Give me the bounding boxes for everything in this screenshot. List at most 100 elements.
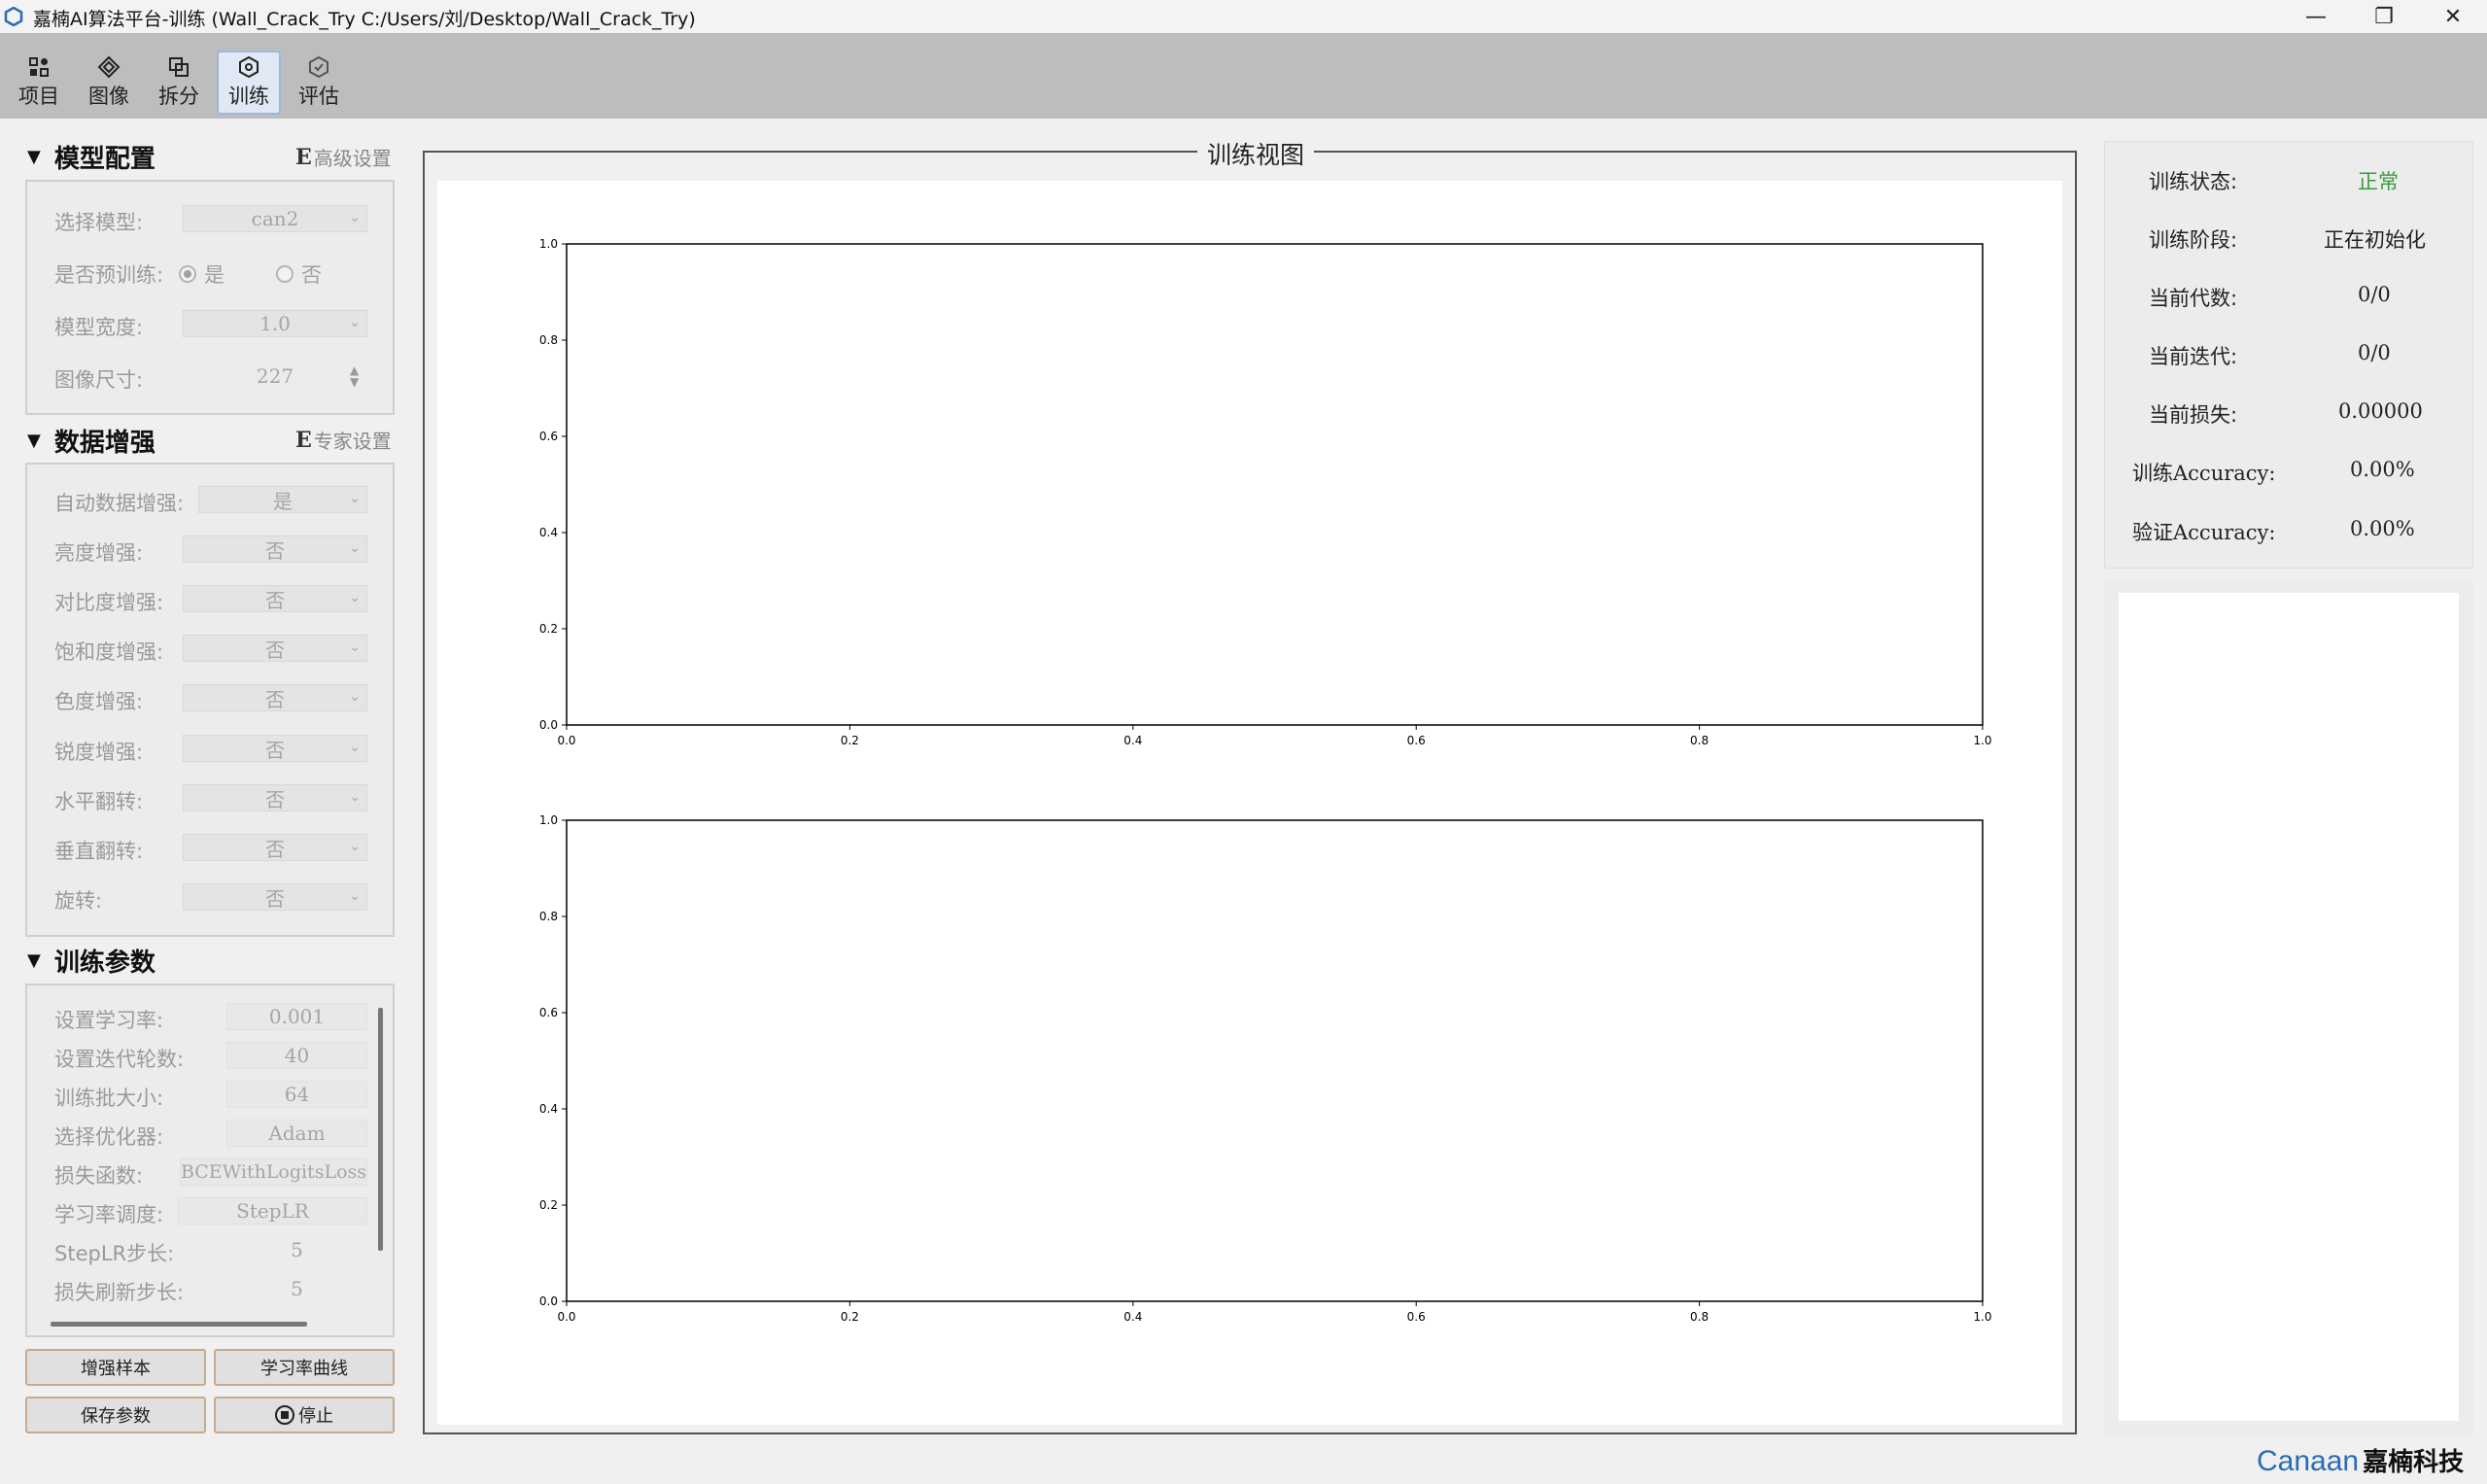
toolbar-project-button[interactable]: 项目 (7, 51, 71, 115)
augmentation-title: 数据增强 (53, 429, 155, 458)
select-model-combo[interactable]: can2 ⌄ (183, 205, 367, 232)
collapse-triangle-icon: ▼ (27, 950, 41, 971)
expert-settings-link[interactable]: E 专家设置 (295, 426, 392, 454)
param-value: 5 (291, 1277, 303, 1300)
aug-field-label: 锐度增强: (54, 741, 144, 764)
aug-field-label: 亮度增强: (54, 541, 144, 565)
model-config-header[interactable]: ▼ 模型配置 (27, 139, 155, 175)
image-size-value: 227 (256, 364, 294, 388)
advanced-settings-link[interactable]: E 高级设置 (295, 143, 392, 171)
pretrain-yes-radio[interactable]: 是 (179, 259, 225, 289)
params-horizontal-scrollbar[interactable] (51, 1322, 307, 1327)
x-tick-label: 0.8 (1690, 734, 1709, 747)
param-value: Adam (268, 1122, 326, 1145)
chevron-down-icon: ⌄ (349, 540, 361, 556)
brand-logo: Canaan 嘉楠科技 (2257, 1442, 2464, 1478)
augmentation-header[interactable]: ▼ 数据增强 (27, 423, 155, 459)
param-label: 损失函数: (54, 1164, 144, 1188)
aug-field-label: 色度增强: (54, 690, 144, 713)
title-bar: 嘉楠AI算法平台-训练 (Wall_Crack_Try C:/Users/刘/D… (0, 0, 2487, 33)
param-label: 训练批大小: (54, 1087, 164, 1110)
aug-field-combo[interactable]: 否 ⌄ (183, 635, 367, 662)
expert-settings-label: 专家设置 (313, 430, 392, 453)
main-toolbar (0, 33, 2487, 119)
project-grid-icon (29, 57, 49, 77)
radio-unchecked-icon (276, 265, 294, 283)
status-label: 当前损失: (2149, 403, 2238, 427)
axes-frame (566, 243, 1984, 726)
model-width-value: 1.0 (259, 312, 291, 335)
param-input[interactable]: 64 (226, 1081, 367, 1108)
log-area[interactable] (2119, 593, 2459, 1421)
toolbar-evaluate-label: 评估 (298, 85, 339, 108)
aug-field-combo[interactable]: 否 ⌄ (183, 535, 367, 563)
status-value: 0/0 (2358, 341, 2391, 364)
params-vertical-scrollbar[interactable] (378, 1008, 383, 1251)
x-tick-label: 0.2 (841, 1310, 859, 1324)
train-params-header[interactable]: ▼ 训练参数 (27, 943, 155, 979)
save-params-button[interactable]: 保存参数 (25, 1397, 206, 1433)
x-tick-label: 0.6 (1407, 734, 1426, 747)
aug-field-label: 水平翻转: (54, 790, 144, 813)
y-tick-label: 1.0 (539, 237, 558, 251)
close-button[interactable]: ✕ (2419, 0, 2487, 33)
chevron-down-icon: ⌄ (349, 689, 361, 705)
status-value: 正在初始化 (2324, 228, 2426, 252)
status-value: 0/0 (2358, 283, 2391, 306)
toolbar-evaluate-button[interactable]: 评估 (287, 51, 351, 115)
aug-field-value: 否 (265, 538, 285, 563)
param-input[interactable]: 40 (226, 1042, 367, 1069)
augment-sample-button[interactable]: 增强样本 (25, 1349, 206, 1386)
status-value: 0.00% (2350, 517, 2415, 540)
y-tick-label: 0.4 (539, 1102, 558, 1116)
image-size-spinbox[interactable]: 227 (183, 362, 367, 390)
train-icon (239, 55, 259, 79)
x-tick-label: 0.6 (1407, 1310, 1426, 1324)
aug-field-combo[interactable]: 否 ⌄ (183, 585, 367, 612)
toolbar-image-button[interactable]: 图像 (77, 51, 141, 115)
train-params-title: 训练参数 (53, 949, 155, 978)
param-input[interactable]: 0.001 (226, 1003, 367, 1030)
aug-field-combo[interactable]: 否 ⌄ (183, 834, 367, 861)
toolbar-split-button[interactable]: 拆分 (147, 51, 211, 115)
param-input[interactable]: StepLR (178, 1197, 367, 1225)
aug-field-combo[interactable]: 否 ⌄ (183, 883, 367, 911)
aug-field-combo[interactable]: 是 ⌄ (198, 486, 367, 513)
lr-curve-button[interactable]: 学习率曲线 (214, 1349, 395, 1386)
stop-button[interactable]: 停止 (214, 1397, 395, 1433)
axes-frame (566, 819, 1984, 1302)
param-input[interactable]: Adam (226, 1120, 367, 1147)
param-input[interactable]: 5 (226, 1275, 367, 1302)
param-label: 设置学习率: (54, 1009, 164, 1032)
pretrain-label: 是否预训练: (54, 263, 164, 287)
maximize-button[interactable]: ❐ (2350, 0, 2418, 33)
param-value: 64 (284, 1083, 310, 1106)
chevron-down-icon: ⌄ (349, 315, 361, 330)
aug-field-label: 饱和度增强: (54, 640, 164, 664)
collapse-triangle-icon: ▼ (27, 147, 41, 167)
x-tick-label: 0.2 (841, 734, 859, 747)
aug-field-combo[interactable]: 否 ⌄ (183, 735, 367, 762)
pretrain-no-radio[interactable]: 否 (276, 259, 322, 289)
param-label: 选择优化器: (54, 1125, 164, 1149)
minimize-button[interactable]: — (2282, 0, 2350, 33)
advanced-settings-label: 高级设置 (313, 147, 392, 170)
y-tick-label: 0.6 (539, 1006, 558, 1019)
y-tick-label: 0.6 (539, 430, 558, 443)
toolbar-train-button[interactable]: 训练 (217, 51, 281, 115)
augmentation-group: 自动数据增强: 是 ⌄ 亮度增强: 否 ⌄ 对比度增强: 否 ⌄ 饱和度增强: 否 ⌄ … (25, 463, 395, 937)
aug-field-value: 否 (265, 738, 285, 762)
x-tick-label: 1.0 (1973, 734, 1991, 747)
pretrain-no-label: 否 (301, 263, 322, 287)
spin-arrows-icon[interactable]: ▲ ▼ (350, 364, 359, 388)
aug-field-combo[interactable]: 否 ⌄ (183, 684, 367, 711)
y-tick-label: 1.0 (539, 813, 558, 827)
model-width-combo[interactable]: 1.0 ⌄ (183, 310, 367, 337)
plot-canvas: 0.0 0.2 0.4 0.6 0.8 1.0 0.0 0.2 0.4 0.6 0.8 1.0 0.0 0… (437, 181, 2062, 1425)
select-model-label: 选择模型: (54, 211, 144, 234)
param-input[interactable]: BCEWithLogitsLoss (180, 1158, 367, 1186)
aug-field-combo[interactable]: 否 ⌄ (183, 784, 367, 811)
aug-field-value: 否 (265, 886, 285, 911)
x-tick-label: 0.0 (557, 734, 575, 747)
param-input[interactable]: 5 (226, 1236, 367, 1263)
